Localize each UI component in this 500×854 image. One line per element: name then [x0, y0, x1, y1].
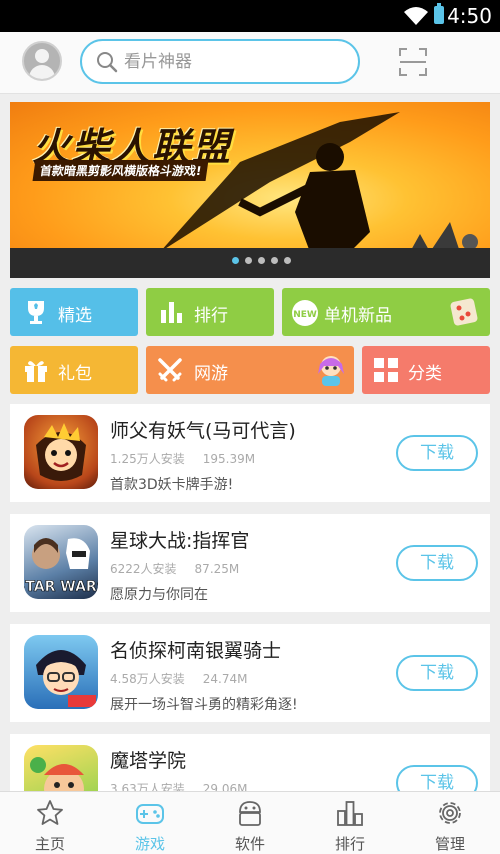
character-icon [318, 356, 344, 386]
battery-icon [434, 3, 444, 24]
app-name: 师父有妖气(马可代言) [110, 420, 296, 442]
nav-label: 管理 [434, 835, 465, 853]
category-gift-pack[interactable]: 礼包 [10, 346, 138, 394]
category-ranking[interactable]: 排行 [146, 288, 274, 336]
bar-chart-icon [161, 302, 182, 323]
search-box[interactable] [80, 39, 360, 84]
app-icon[interactable] [24, 415, 98, 489]
app-meta: 1.25万人安装 195.39M [110, 450, 255, 467]
nav-software[interactable]: 软件 [200, 792, 300, 854]
grid-icon [374, 358, 398, 382]
clock: 4:50 [447, 4, 492, 28]
star-icon [37, 800, 63, 825]
carousel-dot[interactable] [271, 257, 278, 264]
category-label: 分类 [408, 364, 442, 384]
top-header [0, 32, 500, 94]
download-button[interactable]: 下载 [396, 435, 478, 471]
nav-label: 软件 [234, 835, 265, 853]
svg-text:NEW: NEW [293, 310, 317, 320]
app-name: 名侦探柯南银翼骑士 [110, 640, 282, 662]
search-icon [97, 52, 118, 73]
carousel-dot[interactable] [258, 257, 265, 264]
category-label: 排行 [194, 306, 228, 326]
android-icon [239, 801, 261, 826]
category-classification[interactable]: 分类 [362, 346, 490, 394]
app-installs: 4.58万人安装 [110, 672, 185, 686]
nav-label: 主页 [34, 835, 65, 853]
hero-face-icon [36, 423, 86, 481]
category-featured[interactable]: 精选 [10, 288, 138, 336]
avatar-head [35, 49, 49, 63]
app-size: 195.39M [202, 452, 256, 466]
trophy-icon [28, 301, 44, 324]
search-input[interactable] [124, 50, 344, 74]
bottom-navigation: 主页 游戏 软件 排行 管理 [0, 791, 500, 854]
category-label: 礼包 [58, 364, 92, 384]
nav-ranking[interactable]: 排行 [300, 792, 400, 854]
nav-games[interactable]: 游戏 [100, 792, 200, 854]
app-list-item[interactable]: 师父有妖气(马可代言) 1.25万人安装 195.39M 首款3D妖卡牌手游! 下… [10, 404, 490, 502]
carousel-dot[interactable] [245, 257, 252, 264]
app-size: 87.25M [194, 562, 240, 576]
gift-icon [25, 361, 47, 382]
app-description: 首款3D妖卡牌手游! [110, 477, 234, 493]
download-button[interactable]: 下载 [396, 545, 478, 581]
status-bar: 4:50 [0, 0, 500, 32]
app-meta: 6222人安装 87.25M [110, 560, 239, 577]
svg-text:STAR WARS: STAR WARS [24, 579, 98, 595]
app-list-item[interactable]: 名侦探柯南银翼骑士 4.58万人安装 24.74M 展开一场斗智斗勇的精彩角逐! … [10, 624, 490, 722]
carousel-dot[interactable] [284, 257, 291, 264]
nav-label: 排行 [334, 835, 365, 853]
ranking-icon [337, 801, 363, 826]
app-meta: 4.58万人安装 24.74M [110, 670, 247, 687]
avatar-body [29, 65, 55, 79]
new-badge-icon: NEW [292, 300, 318, 326]
nav-home[interactable]: 主页 [0, 792, 100, 854]
nav-label: 游戏 [134, 835, 165, 853]
category-label: 精选 [58, 306, 92, 326]
nav-manage[interactable]: 管理 [400, 792, 500, 854]
promo-banner[interactable]: 火柴人联盟 首款暗黑剪影风横版格斗游戏! [10, 102, 490, 278]
scan-icon[interactable] [398, 47, 428, 77]
wifi-icon [404, 7, 428, 25]
banner-subtitle: 首款暗黑剪影风横版格斗游戏! [32, 160, 209, 181]
app-name: 魔塔学院 [110, 750, 187, 772]
app-installs: 6222人安装 [110, 562, 177, 576]
detective-boy-icon [36, 650, 96, 707]
app-description: 愿原力与你同在 [110, 587, 208, 603]
app-description: 展开一场斗智斗勇的精彩角逐! [110, 697, 298, 713]
category-label: 单机新品 [324, 306, 392, 326]
gamepad-icon [136, 804, 164, 824]
star-wars-icon: STAR WARS [24, 538, 98, 595]
app-list-item[interactable]: STAR WARS 星球大战:指挥官 6222人安装 87.25M 愿原力与你同在… [10, 514, 490, 612]
carousel-indicator[interactable] [232, 249, 297, 268]
user-avatar[interactable] [22, 41, 62, 81]
dice-icon [450, 298, 478, 326]
app-size: 24.74M [202, 672, 248, 686]
carousel-dot[interactable] [232, 257, 239, 264]
settings-gear-icon [439, 802, 461, 824]
crossed-swords-icon [158, 358, 182, 382]
category-online-games[interactable]: 网游 [146, 346, 354, 394]
category-label: 网游 [194, 364, 228, 384]
download-button[interactable]: 下载 [396, 655, 478, 691]
app-icon[interactable] [24, 635, 98, 709]
app-name: 星球大战:指挥官 [110, 530, 250, 552]
app-installs: 1.25万人安装 [110, 452, 185, 466]
category-new-singleplayer[interactable]: NEW 单机新品 [282, 288, 490, 336]
app-icon[interactable]: STAR WARS [24, 525, 98, 599]
